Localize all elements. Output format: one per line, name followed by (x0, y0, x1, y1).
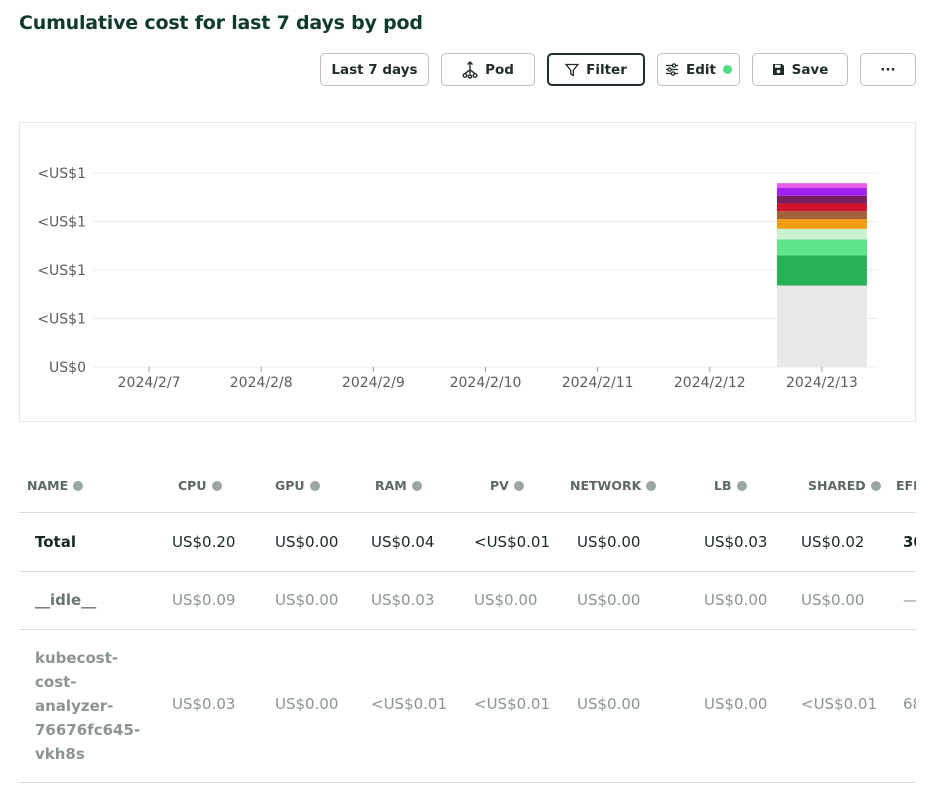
more-options-button[interactable]: ··· (860, 53, 916, 86)
bar-segment[interactable] (776, 228, 867, 240)
efficiency-value: — (903, 591, 916, 609)
gpu-cost: US$0.00 (275, 591, 339, 609)
bar-segment[interactable] (776, 211, 867, 220)
shared-cost: US$0.02 (801, 533, 865, 551)
table-header: NAME CPU GPU RAM PV NETWORK LB SHARED EF… (19, 455, 916, 513)
y-tick-label: <US$1 (37, 263, 86, 279)
column-header-cpu[interactable]: CPU (178, 478, 222, 493)
x-tick-label: 2024/2/10 (450, 375, 522, 391)
shared-cost: US$0.00 (801, 591, 865, 609)
floppy-disk-icon (772, 63, 785, 76)
network-cost: US$0.00 (577, 533, 641, 551)
x-tick-label: 2024/2/13 (786, 375, 858, 391)
info-icon (646, 480, 657, 491)
column-header-pv[interactable]: PV (490, 478, 524, 493)
cost-table: NAME CPU GPU RAM PV NETWORK LB SHARED EF… (19, 455, 916, 791)
bar-segment[interactable] (776, 219, 867, 229)
bar-segment[interactable] (776, 239, 867, 256)
toolbar: Last 7 days Pod Filter Edit Save ··· (0, 53, 948, 87)
cpu-cost: US$0.09 (172, 591, 236, 609)
efficiency-value: 68 (903, 695, 916, 713)
cpu-cost: US$0.20 (172, 533, 236, 551)
pv-cost: US$0.00 (474, 591, 538, 609)
ram-cost: <US$0.01 (371, 695, 448, 713)
x-tick-label: 2024/2/11 (562, 375, 634, 391)
column-header-name[interactable]: NAME (27, 478, 84, 493)
ellipsis-icon: ··· (880, 61, 896, 78)
save-button[interactable]: Save (752, 53, 848, 86)
column-header-lb[interactable]: LB (714, 478, 747, 493)
date-range-label: Last 7 days (331, 61, 418, 78)
info-icon (411, 480, 422, 491)
cost-chart: US$0 <US$1 <US$1 <US$1 <US$1 2024/2/7 2024/2/8… (19, 122, 916, 422)
pv-cost: <US$0.01 (474, 533, 551, 551)
column-header-gpu[interactable]: GPU (275, 478, 320, 493)
bar-segment[interactable] (776, 195, 867, 204)
info-icon (211, 480, 222, 491)
shared-cost: <US$0.01 (801, 695, 878, 713)
filter-button[interactable]: Filter (547, 53, 645, 86)
info-icon (513, 480, 524, 491)
column-header-efficiency[interactable]: EFF (896, 478, 916, 493)
aggregate-by-button[interactable]: Pod (441, 53, 535, 86)
column-header-network[interactable]: NETWORK (570, 478, 657, 493)
table-row-pod: kubecost-cost-analyzer-76676fc645-vkh8s … (19, 630, 916, 783)
row-name: Total (35, 533, 76, 551)
x-tick-label: 2024/2/9 (342, 375, 405, 391)
x-tick-label: 2024/2/8 (230, 375, 293, 391)
pv-cost: <US$0.01 (474, 695, 551, 713)
filter-icon (565, 63, 580, 77)
network-cost: US$0.00 (577, 695, 641, 713)
y-tick-label: <US$1 (37, 215, 86, 231)
pod-name-link[interactable]: kubecost-cost-analyzer-76676fc645-vkh8s (35, 646, 145, 766)
bar-segment[interactable] (776, 183, 867, 189)
info-icon (73, 480, 84, 491)
filter-label: Filter (586, 61, 627, 78)
lb-cost: US$0.00 (704, 591, 768, 609)
bar-segment[interactable] (776, 203, 867, 212)
info-icon (870, 480, 881, 491)
column-header-ram[interactable]: RAM (375, 478, 422, 493)
edit-label: Edit (686, 61, 716, 78)
efficiency-value: 30 (903, 533, 916, 551)
x-tick-label: 2024/2/7 (118, 375, 181, 391)
y-tick-label: US$0 (49, 360, 86, 376)
table-row-total: Total US$0.20 US$0.00 US$0.04 <US$0.01 U… (19, 513, 916, 572)
x-tick-label: 2024/2/12 (674, 375, 746, 391)
cpu-cost: US$0.03 (172, 695, 236, 713)
aggregate-label: Pod (485, 61, 514, 78)
network-cost: US$0.00 (577, 591, 641, 609)
cost-chart-svg: US$0 <US$1 <US$1 <US$1 <US$1 2024/2/7 2024/2/8… (37, 166, 878, 391)
gpu-cost: US$0.00 (275, 533, 339, 551)
page-title: Cumulative cost for last 7 days by pod (19, 12, 423, 34)
lb-cost: US$0.03 (704, 533, 768, 551)
lb-cost: US$0.00 (704, 695, 768, 713)
bar-segment[interactable] (776, 188, 867, 196)
bar-segment[interactable] (776, 285, 867, 367)
ram-cost: US$0.04 (371, 533, 435, 551)
y-tick-label: <US$1 (37, 166, 86, 182)
info-icon (309, 480, 320, 491)
y-tick-label: <US$1 (37, 312, 86, 328)
row-name: __idle__ (35, 591, 97, 609)
table-row-idle: __idle__ US$0.09 US$0.00 US$0.03 US$0.00… (19, 572, 916, 630)
fork-icon (462, 60, 478, 79)
ram-cost: US$0.03 (371, 591, 435, 609)
gpu-cost: US$0.00 (275, 695, 339, 713)
edit-button[interactable]: Edit (657, 53, 740, 86)
column-header-shared[interactable]: SHARED (808, 478, 881, 493)
date-range-button[interactable]: Last 7 days (320, 53, 429, 86)
bar-segment[interactable] (776, 255, 867, 286)
save-label: Save (791, 61, 829, 78)
edit-status-dot (722, 65, 732, 74)
info-icon (736, 480, 747, 491)
sliders-icon (665, 63, 679, 76)
